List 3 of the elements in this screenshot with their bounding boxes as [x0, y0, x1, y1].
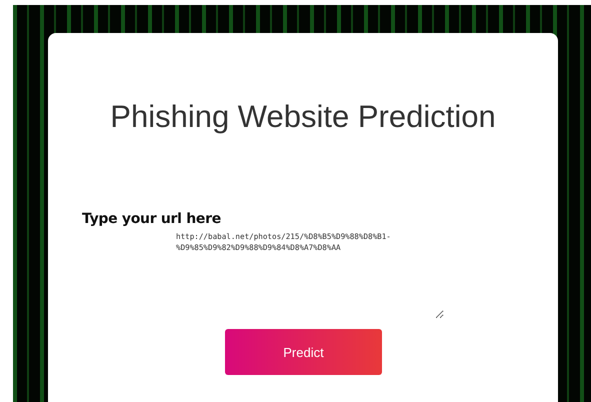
- url-label: Type your url here: [82, 211, 221, 227]
- predict-button[interactable]: Predict: [225, 329, 382, 375]
- page-title: Phishing Website Prediction: [110, 99, 496, 135]
